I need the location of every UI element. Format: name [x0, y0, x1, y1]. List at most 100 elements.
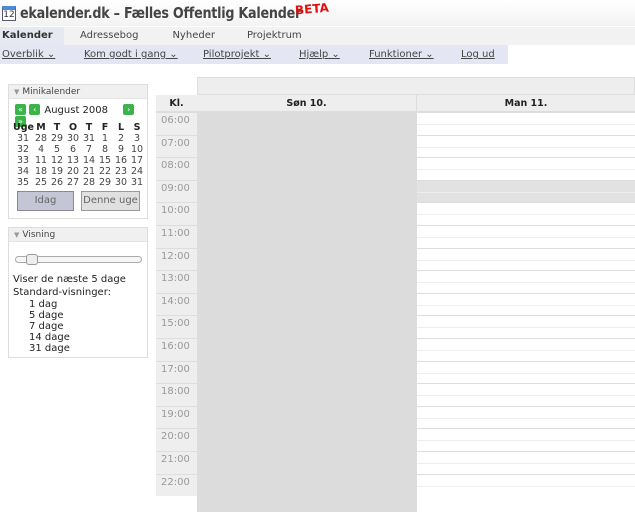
time-slot[interactable] [417, 247, 635, 271]
nav-pilotprojekt[interactable]: Pilotprojekt ⌄ [203, 45, 271, 64]
day-cell[interactable]: 28 [81, 177, 97, 188]
nav-overblik[interactable]: Overblik ⌄ [2, 45, 55, 64]
visning-panel: ▼ Visning Viser de næste 5 dage Standard-… [8, 227, 148, 358]
nav-kom-godt-i-gang[interactable]: Kom godt i gang ⌄ [84, 45, 178, 64]
weekday-header: S [133, 122, 141, 133]
time-slot[interactable] [417, 202, 635, 225]
time-slot[interactable] [417, 405, 635, 429]
hour-label: 09:00 [156, 179, 197, 203]
day-cell[interactable]: 8 [97, 144, 113, 155]
day-cell[interactable]: 25 [33, 177, 49, 188]
day-cell[interactable]: 14 [81, 155, 97, 166]
hour-label: 20:00 [156, 428, 197, 451]
panel-title: Minikalender [22, 87, 81, 97]
nav-log-ud[interactable]: Log ud [461, 45, 495, 64]
next-month-icon[interactable]: › [123, 104, 135, 115]
day-cell[interactable]: 29 [49, 133, 65, 144]
time-slot[interactable] [417, 112, 635, 135]
slider-handle[interactable] [26, 254, 38, 265]
hour-label: 07:00 [156, 134, 197, 158]
day-cell[interactable]: 6 [65, 144, 81, 155]
time-slot[interactable] [417, 225, 635, 248]
day-cell[interactable]: 5 [49, 144, 65, 155]
week-number[interactable]: 34 [13, 166, 33, 177]
time-slot[interactable] [417, 360, 635, 384]
day-cell[interactable]: 30 [113, 177, 129, 188]
day-cell[interactable]: 11 [33, 155, 49, 166]
day-cell[interactable]: 12 [49, 155, 65, 166]
nav-hjaelp[interactable]: Hjælp ⌄ [299, 45, 340, 64]
day-column-sun[interactable] [197, 112, 417, 512]
tab-projektrum[interactable]: Projektrum [229, 27, 316, 45]
time-slot[interactable] [417, 179, 635, 203]
hour-label: 11:00 [156, 225, 197, 248]
days-slider[interactable] [15, 254, 142, 265]
day-cell[interactable]: 9 [113, 144, 129, 155]
time-slot[interactable] [417, 428, 635, 451]
prev-year-icon[interactable]: « [15, 104, 26, 115]
day-cell[interactable]: 16 [113, 155, 129, 166]
day-cell[interactable]: 22 [97, 166, 113, 177]
weekday-header: L [117, 122, 125, 133]
day-cell[interactable]: 4 [33, 144, 49, 155]
day-cell[interactable]: 31 [129, 177, 145, 188]
time-slot[interactable] [417, 270, 635, 293]
today-button[interactable]: Idag [17, 191, 74, 211]
day-cell[interactable]: 30 [65, 133, 81, 144]
view-option[interactable]: 7 dage [29, 321, 126, 332]
day-cell[interactable]: 17 [129, 155, 145, 166]
day-cell[interactable]: 28 [33, 133, 49, 144]
day-cell[interactable]: 13 [65, 155, 81, 166]
time-slot[interactable] [417, 315, 635, 338]
view-option[interactable]: 31 dage [29, 343, 126, 354]
hour-label: 06:00 [156, 112, 197, 135]
hour-label: 08:00 [156, 157, 197, 180]
day-cell[interactable]: 31 [81, 133, 97, 144]
weekday-header: Uge [13, 122, 34, 133]
this-week-button[interactable]: Denne uge [81, 191, 140, 211]
day-cell[interactable]: 15 [97, 155, 113, 166]
day-cell[interactable]: 29 [97, 177, 113, 188]
day-cell[interactable]: 7 [81, 144, 97, 155]
time-slot[interactable] [417, 473, 635, 497]
day-cell[interactable]: 10 [129, 144, 145, 155]
day-cell[interactable]: 3 [129, 133, 145, 144]
day-cell[interactable]: 27 [65, 177, 81, 188]
day-cell[interactable]: 24 [129, 166, 145, 177]
all-day-row[interactable] [197, 77, 635, 95]
collapse-triangle-icon[interactable]: ▼ [14, 231, 19, 239]
week-number[interactable]: 31 [13, 133, 33, 144]
view-option[interactable]: 1 dag [29, 299, 126, 310]
tab-adressebog[interactable]: Adressebog [64, 27, 152, 45]
time-slot[interactable] [417, 451, 635, 474]
hour-label: 19:00 [156, 405, 197, 429]
view-option[interactable]: 14 dage [29, 332, 126, 343]
tab-kalender[interactable]: Kalender [0, 27, 64, 45]
week-number[interactable]: 32 [13, 144, 33, 155]
time-slot[interactable] [417, 383, 635, 406]
hour-label: 12:00 [156, 247, 197, 271]
day-cell[interactable]: 2 [113, 133, 129, 144]
day-cell[interactable]: 23 [113, 166, 129, 177]
hour-label: 14:00 [156, 292, 197, 316]
week-number[interactable]: 33 [13, 155, 33, 166]
day-header-sun[interactable]: Søn 10. [197, 95, 417, 112]
time-slot[interactable] [417, 134, 635, 158]
time-slot[interactable] [417, 338, 635, 361]
weekday-header: M [36, 122, 46, 133]
week-number[interactable]: 35 [13, 177, 33, 188]
day-cell[interactable]: 18 [33, 166, 49, 177]
day-cell[interactable]: 19 [49, 166, 65, 177]
time-slot[interactable] [417, 157, 635, 180]
nav-funktioner[interactable]: Funktioner ⌄ [369, 45, 434, 64]
time-slot[interactable] [417, 292, 635, 316]
prev-month-icon[interactable]: ‹ [29, 104, 41, 115]
day-header-mon[interactable]: Man 11. [417, 95, 635, 112]
day-cell[interactable]: 1 [97, 133, 113, 144]
day-cell[interactable]: 20 [65, 166, 81, 177]
day-cell[interactable]: 21 [81, 166, 97, 177]
tab-nyheder[interactable]: Nyheder [152, 27, 229, 45]
day-cell[interactable]: 26 [49, 177, 65, 188]
view-option[interactable]: 5 dage [29, 310, 126, 321]
collapse-triangle-icon[interactable]: ▼ [14, 88, 19, 96]
